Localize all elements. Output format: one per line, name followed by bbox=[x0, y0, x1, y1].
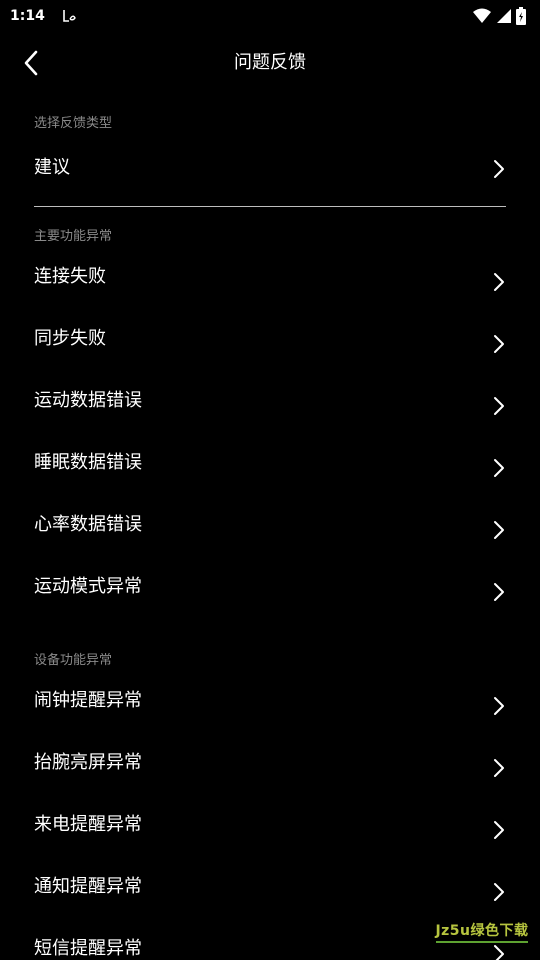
list-item-sleep-data-error[interactable]: 睡眠数据错误 bbox=[34, 435, 506, 497]
chevron-right-icon bbox=[494, 583, 504, 601]
list-item-label: 睡眠数据错误 bbox=[34, 452, 142, 473]
list-item-label: 连接失败 bbox=[34, 266, 106, 287]
list-item-sync-failed[interactable]: 同步失败 bbox=[34, 311, 506, 373]
chevron-right-icon bbox=[494, 160, 504, 178]
list-item-label: 抬腕亮屏异常 bbox=[34, 752, 142, 773]
feedback-list: 选择反馈类型 建议 主要功能异常 连接失败 同步失败 运动数据错误 睡眠数据错误… bbox=[0, 94, 540, 960]
list-item-label: 闹钟提醒异常 bbox=[34, 690, 142, 711]
watermark-text: Jz5u绿色下载 bbox=[435, 922, 529, 939]
list-item-label: 心率数据错误 bbox=[34, 514, 142, 535]
list-item-heart-rate-data-error[interactable]: 心率数据错误 bbox=[34, 497, 506, 559]
battery-charging-icon bbox=[516, 7, 526, 25]
chevron-right-icon bbox=[494, 397, 504, 415]
chevron-right-icon bbox=[494, 759, 504, 777]
list-item-label: 通知提醒异常 bbox=[34, 876, 142, 897]
signal-icon bbox=[496, 8, 512, 24]
list-item-raise-to-wake-error[interactable]: 抬腕亮屏异常 bbox=[34, 735, 506, 797]
back-button[interactable] bbox=[14, 46, 48, 80]
list-item-connection-failed[interactable]: 连接失败 bbox=[34, 249, 506, 311]
screen: 1:14 问题反馈 选择反馈类型 建议 主要功能异常 连接失败 同步失败 运动数… bbox=[0, 0, 540, 960]
list-item-call-reminder-error[interactable]: 来电提醒异常 bbox=[34, 797, 506, 859]
chevron-right-icon bbox=[494, 459, 504, 477]
status-bar: 1:14 bbox=[0, 0, 540, 32]
list-item-label: 同步失败 bbox=[34, 328, 106, 349]
chevron-right-icon bbox=[494, 335, 504, 353]
list-item-label: 建议 bbox=[34, 157, 70, 178]
watermark-logo: Jz5u绿色下载 bbox=[434, 916, 530, 946]
list-item-label: 来电提醒异常 bbox=[34, 814, 142, 835]
wifi-icon bbox=[472, 8, 492, 24]
app-header: 问题反馈 bbox=[0, 32, 540, 94]
section-label-device-function: 设备功能异常 bbox=[34, 653, 113, 668]
chevron-left-icon bbox=[24, 50, 38, 76]
list-item-suggestion[interactable]: 建议 bbox=[34, 136, 506, 207]
list-item-alarm-reminder-error[interactable]: 闹钟提醒异常 bbox=[34, 673, 506, 735]
chevron-right-icon bbox=[494, 821, 504, 839]
list-item-notification-reminder-error[interactable]: 通知提醒异常 bbox=[34, 859, 506, 921]
list-item-label: 运动模式异常 bbox=[34, 576, 142, 597]
list-item-sport-mode-error[interactable]: 运动模式异常 bbox=[34, 559, 506, 621]
page-title: 问题反馈 bbox=[234, 52, 306, 73]
chevron-right-icon bbox=[494, 697, 504, 715]
list-item-sport-data-error[interactable]: 运动数据错误 bbox=[34, 373, 506, 435]
watermark-underline bbox=[436, 940, 528, 943]
section-label-main-function: 主要功能异常 bbox=[34, 229, 113, 244]
notification-icon bbox=[61, 8, 77, 24]
status-time: 1:14 bbox=[10, 8, 45, 24]
chevron-right-icon bbox=[494, 521, 504, 539]
list-item-label: 短信提醒异常 bbox=[34, 938, 142, 959]
status-icons bbox=[472, 7, 526, 25]
section-label-feedback-type: 选择反馈类型 bbox=[34, 116, 113, 131]
chevron-right-icon bbox=[494, 273, 504, 291]
list-item-label: 运动数据错误 bbox=[34, 390, 142, 411]
chevron-right-icon bbox=[494, 883, 504, 901]
